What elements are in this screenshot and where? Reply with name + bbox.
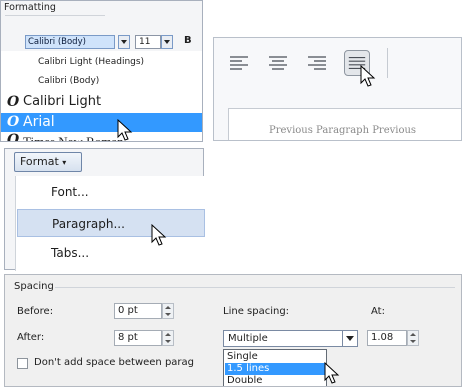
alignment-toolbar-panel: Previous Paragraph Previous — [213, 37, 462, 141]
opentype-font-icon: O — [7, 114, 20, 130]
spin-down-icon[interactable] — [165, 313, 171, 316]
font-option-calibri-body[interactable]: Calibri (Body) — [1, 72, 202, 90]
title-divider — [5, 15, 105, 16]
font-option-calibri-light[interactable]: O Calibri Light — [1, 92, 202, 112]
toolbar-divider — [387, 48, 388, 78]
at-spinner[interactable] — [407, 330, 419, 346]
opentype-font-icon: O — [7, 94, 20, 110]
line-spacing-dropdown-arrow-icon[interactable] — [342, 331, 357, 346]
document-preview: Previous Paragraph Previous — [228, 108, 461, 140]
format-menu-panel: Format ▾ Font... Paragraph... Tabs... — [4, 148, 206, 271]
before-spinner[interactable] — [162, 303, 174, 319]
before-label: Before: — [17, 306, 54, 317]
line-spacing-label: Line spacing: — [223, 306, 290, 317]
spin-down-icon[interactable] — [410, 340, 416, 343]
font-dropdown-list: Calibri Light (Headings) Calibri (Body) … — [1, 51, 202, 142]
font-option-label: Calibri (Body) — [38, 76, 100, 86]
at-field[interactable]: 1.08 — [367, 330, 407, 346]
mouse-pointer-icon — [360, 65, 376, 87]
menu-item-label: Font... — [51, 185, 89, 199]
after-field[interactable]: 8 pt — [114, 330, 162, 346]
align-center-icon[interactable] — [267, 52, 289, 74]
line-spacing-dropdown-list: Single 1.5 lines Double — [223, 349, 327, 386]
line-spacing-combo[interactable]: Multiple — [223, 330, 358, 347]
menu-item-label: Paragraph... — [52, 217, 125, 231]
bold-button[interactable]: B — [184, 35, 192, 46]
menu-item-font[interactable]: Font... — [17, 178, 205, 206]
spacing-divider — [55, 287, 455, 288]
spin-up-icon[interactable] — [165, 333, 171, 336]
formatting-title: Formatting — [4, 2, 56, 13]
dont-add-space-checkbox[interactable] — [17, 358, 28, 369]
after-spinner[interactable] — [162, 330, 174, 346]
font-option-label: Arial — [23, 114, 55, 130]
formatting-font-panel: Formatting Calibri (Body) 11 B Calibri L… — [0, 0, 203, 142]
before-field[interactable]: 0 pt — [114, 303, 162, 319]
opentype-font-icon: O — [7, 132, 20, 142]
font-size-dropdown-arrow-icon[interactable] — [161, 35, 173, 49]
mouse-pointer-icon — [324, 362, 340, 384]
mouse-pointer-icon — [151, 224, 167, 246]
menu-item-tabs[interactable]: Tabs... — [17, 239, 205, 267]
line-spacing-option-1-5-lines[interactable]: 1.5 lines — [225, 363, 325, 375]
font-name-dropdown-arrow-icon[interactable] — [118, 35, 130, 49]
font-size-combo[interactable]: 11 — [135, 35, 161, 49]
dont-add-space-label: Don't add space between parag — [34, 357, 195, 368]
format-button-label: Format — [20, 155, 59, 168]
spin-down-icon[interactable] — [165, 340, 171, 343]
preview-text: Previous Paragraph Previous — [269, 125, 417, 136]
font-option-label: Calibri Light — [23, 94, 102, 109]
mouse-pointer-icon — [117, 119, 133, 141]
format-dropdown-menu: Font... Paragraph... Tabs... — [15, 176, 206, 271]
at-label: At: — [371, 306, 385, 317]
font-option-arial[interactable]: O Arial — [1, 113, 202, 132]
spacing-panel: Spacing Before: 0 pt After: 8 pt Line sp… — [4, 274, 462, 387]
font-option-label: Calibri Light (Headings) — [38, 57, 145, 67]
dropdown-arrow-icon: ▾ — [62, 158, 67, 167]
font-option-calibri-light-headings[interactable]: Calibri Light (Headings) — [1, 53, 202, 71]
spin-up-icon[interactable] — [410, 333, 416, 336]
line-spacing-option-single[interactable]: Single — [225, 351, 325, 363]
line-spacing-option-double[interactable]: Double — [225, 375, 325, 386]
align-left-icon[interactable] — [228, 52, 250, 74]
spin-up-icon[interactable] — [165, 306, 171, 309]
spacing-title: Spacing — [14, 281, 54, 292]
menu-item-label: Tabs... — [51, 246, 90, 260]
font-name-combo[interactable]: Calibri (Body) — [25, 35, 115, 49]
align-right-icon[interactable] — [306, 52, 328, 74]
font-option-times-new-roman[interactable]: O Times New Roman — [1, 132, 202, 142]
font-option-label: Times New Roman — [23, 134, 124, 142]
format-button[interactable]: Format ▾ — [14, 152, 82, 172]
menu-item-paragraph[interactable]: Paragraph... — [17, 209, 205, 237]
after-label: After: — [17, 332, 45, 343]
